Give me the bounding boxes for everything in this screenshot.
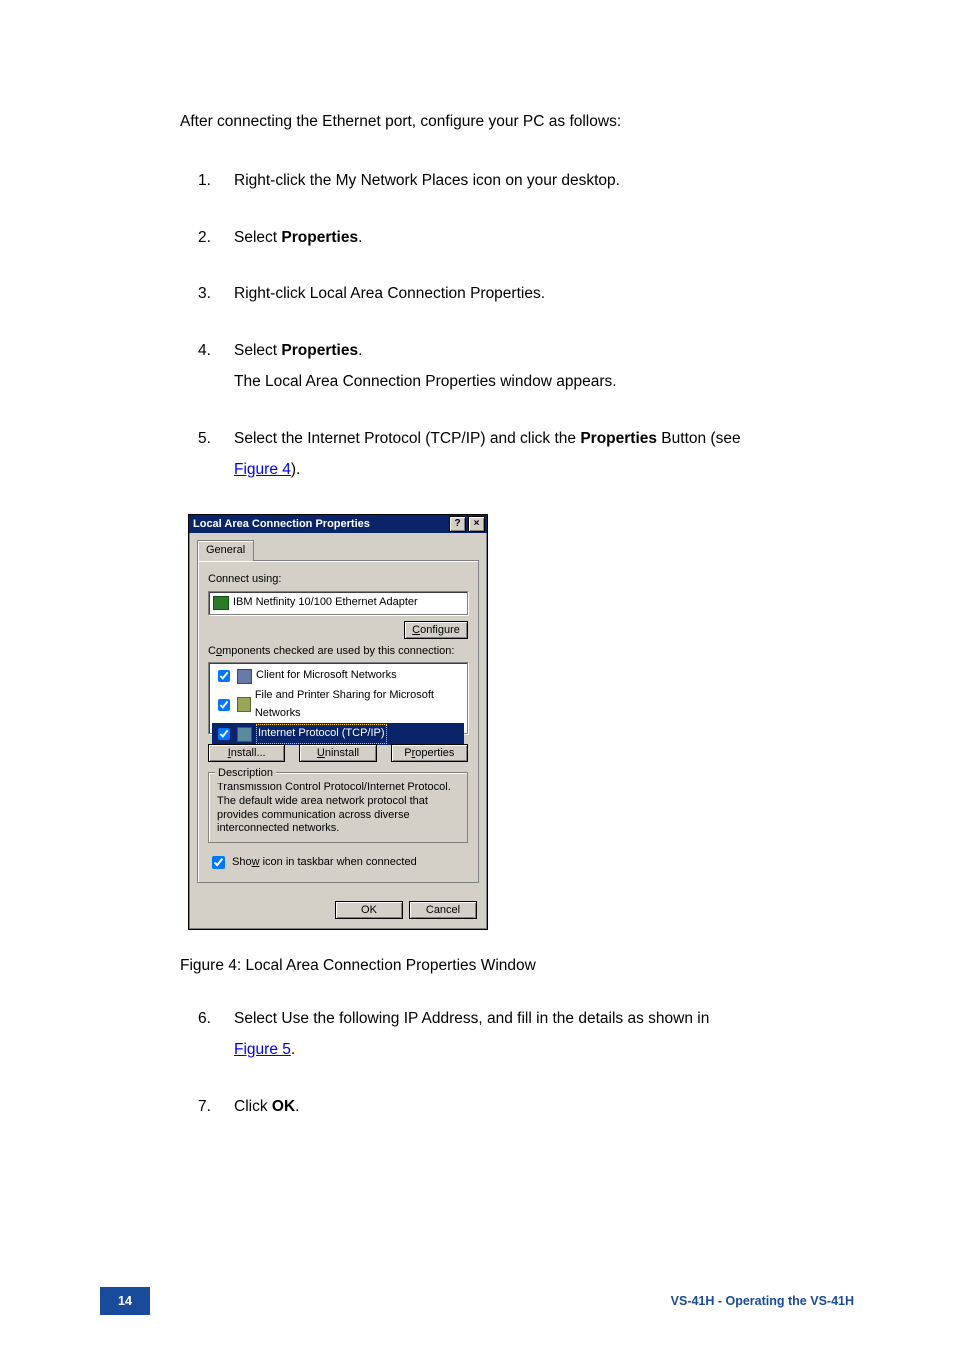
- adapter-name: IBM Netfinity 10/100 Ethernet Adapter: [233, 594, 418, 612]
- figure-link[interactable]: Figure 4: [234, 461, 291, 478]
- step-body: Select Use the following IP Address, and…: [234, 1007, 854, 1069]
- dialog-titlebar: Local Area Connection Properties ? ×: [189, 515, 487, 533]
- step-number: 7.: [198, 1095, 234, 1126]
- step-body: Click OK.: [234, 1095, 854, 1126]
- text: Right-click the My Network Places icon o…: [234, 172, 620, 189]
- component-item[interactable]: File and Printer Sharing for Microsoft N…: [212, 686, 464, 723]
- text: Select: [234, 229, 281, 246]
- properties-button[interactable]: Properties: [391, 744, 468, 762]
- show-icon-row[interactable]: Show icon in taskbar when connected: [208, 853, 468, 872]
- component-checkbox[interactable]: [218, 670, 230, 682]
- step-line: Select Properties.: [234, 339, 854, 364]
- figure-link[interactable]: Figure 5: [234, 1041, 291, 1058]
- printer-icon: [237, 697, 251, 712]
- bold-text: Properties: [580, 430, 657, 447]
- component-checkbox[interactable]: [218, 728, 230, 740]
- step-line: Right-click the My Network Places icon o…: [234, 169, 854, 194]
- step-body: Select the Internet Protocol (TCP/IP) an…: [234, 427, 854, 489]
- bold-text: OK: [272, 1098, 295, 1115]
- adapter-field: IBM Netfinity 10/100 Ethernet Adapter: [208, 591, 468, 615]
- nic-icon: [213, 596, 229, 610]
- step-item: 4.Select Properties. The Local Area Conne…: [198, 339, 854, 401]
- component-item[interactable]: Client for Microsoft Networks: [212, 666, 464, 686]
- steps-list-2: 6.Select Use the following IP Address, a…: [198, 1007, 854, 1125]
- text: Select Use the following IP Address, and…: [234, 1010, 709, 1027]
- bold-text: Properties: [281, 342, 358, 359]
- step-line: Figure 4).: [234, 458, 854, 483]
- tcp-icon: [237, 727, 252, 742]
- step-line: The Local Area Connection Properties win…: [234, 370, 854, 395]
- step-number: 3.: [198, 282, 234, 313]
- text: Click: [234, 1098, 272, 1115]
- step-number: 4.: [198, 339, 234, 401]
- component-checkbox[interactable]: [218, 699, 230, 711]
- text: .: [358, 229, 362, 246]
- step-number: 6.: [198, 1007, 234, 1069]
- step-line: Right-click Local Area Connection Proper…: [234, 282, 854, 307]
- ok-button[interactable]: OK: [335, 901, 403, 919]
- step-item: 7.Click OK.: [198, 1095, 854, 1126]
- components-list[interactable]: Client for Microsoft Networks File and Pr…: [208, 662, 468, 734]
- step-line: Select the Internet Protocol (TCP/IP) an…: [234, 427, 854, 452]
- show-icon-checkbox[interactable]: [212, 856, 225, 869]
- description-text: Transmission Control Protocol/Internet P…: [217, 781, 459, 836]
- step-line: Click OK.: [234, 1095, 854, 1120]
- tab-general[interactable]: General: [197, 540, 254, 561]
- description-group: Description Transmission Control Protoco…: [208, 772, 468, 843]
- footer-right-text: VS-41H - Operating the VS-41H: [671, 1291, 854, 1311]
- dialog-title-text: Local Area Connection Properties: [193, 516, 370, 534]
- step-line: Figure 5.: [234, 1038, 854, 1063]
- component-label: Client for Microsoft Networks: [256, 667, 397, 685]
- component-label: File and Printer Sharing for Microsoft N…: [255, 687, 462, 722]
- text: Right-click Local Area Connection Proper…: [234, 285, 545, 302]
- connect-using-label: Connect using:: [208, 571, 468, 589]
- steps-list-1: 1.Right-click the My Network Places icon…: [198, 169, 854, 489]
- text: Button (see: [657, 430, 741, 447]
- text: .: [358, 342, 362, 359]
- page-number: 14: [100, 1287, 150, 1315]
- step-item: 3.Right-click Local Area Connection Prop…: [198, 282, 854, 313]
- step-number: 2.: [198, 226, 234, 257]
- close-icon[interactable]: ×: [468, 516, 485, 532]
- step-line: Select Use the following IP Address, and…: [234, 1007, 854, 1032]
- text: The Local Area Connection Properties win…: [234, 373, 617, 390]
- text: ).: [291, 461, 300, 478]
- step-number: 5.: [198, 427, 234, 489]
- description-title: Description: [215, 765, 276, 783]
- component-item[interactable]: Internet Protocol (TCP/IP): [212, 723, 464, 745]
- step-item: 6.Select Use the following IP Address, a…: [198, 1007, 854, 1069]
- figure-caption: Figure 4: Local Area Connection Properti…: [180, 954, 854, 979]
- text: Select the Internet Protocol (TCP/IP) an…: [234, 430, 580, 447]
- configure-button[interactable]: Configure: [404, 621, 468, 639]
- intro-text: After connecting the Ethernet port, conf…: [180, 110, 854, 135]
- component-label: Internet Protocol (TCP/IP): [256, 724, 387, 744]
- text: .: [295, 1098, 299, 1115]
- page-footer: 14 VS-41H - Operating the VS-41H: [0, 1287, 954, 1315]
- step-body: Select Properties.: [234, 226, 854, 257]
- lac-properties-dialog: Local Area Connection Properties ? × Gen…: [188, 514, 488, 930]
- install-button[interactable]: Install...: [208, 744, 285, 762]
- text: .: [291, 1041, 295, 1058]
- step-item: 1.Right-click the My Network Places icon…: [198, 169, 854, 200]
- step-body: Right-click the My Network Places icon o…: [234, 169, 854, 200]
- bold-text: Properties: [281, 229, 358, 246]
- client-icon: [237, 669, 252, 684]
- components-label: Components checked are used by this conn…: [208, 643, 468, 661]
- show-icon-label: Show icon in taskbar when connected: [232, 854, 417, 872]
- cancel-button[interactable]: Cancel: [409, 901, 477, 919]
- uninstall-button[interactable]: Uninstall: [299, 744, 376, 762]
- step-body: Right-click Local Area Connection Proper…: [234, 282, 854, 313]
- help-icon[interactable]: ?: [449, 516, 466, 532]
- step-line: Select Properties.: [234, 226, 854, 251]
- text: Select: [234, 342, 281, 359]
- step-item: 5.Select the Internet Protocol (TCP/IP) …: [198, 427, 854, 489]
- step-body: Select Properties. The Local Area Connect…: [234, 339, 854, 401]
- step-number: 1.: [198, 169, 234, 200]
- step-item: 2.Select Properties.: [198, 226, 854, 257]
